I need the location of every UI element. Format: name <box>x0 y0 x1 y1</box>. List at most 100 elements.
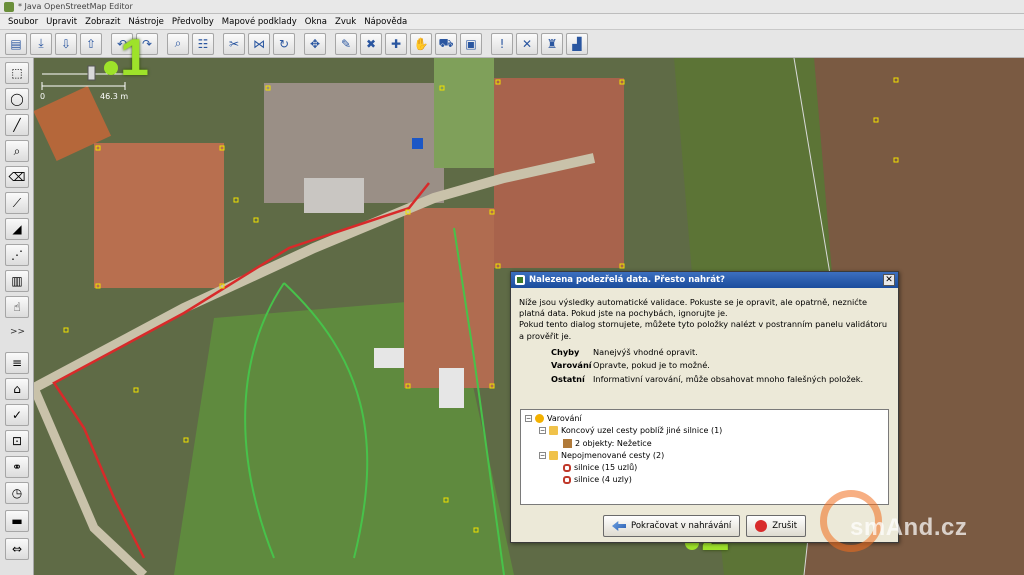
tree-node-label: 2 objekty: Nežetice <box>575 438 652 448</box>
dialog-buttons: Pokračovat v nahrávání Zrušit <box>603 515 807 537</box>
legend-row: Chyby Nanejvýš vhodné opravit. <box>551 346 890 360</box>
close-icon[interactable]: ✕ <box>883 274 895 286</box>
tags-icon[interactable]: ⌂ <box>5 378 29 400</box>
building-icon[interactable]: ♜ <box>541 32 563 55</box>
tree-node[interactable]: − Varování <box>523 413 886 425</box>
menu-napoveda[interactable]: Nápověda <box>360 17 411 27</box>
bus-icon[interactable]: ▣ <box>460 32 482 55</box>
relations-icon[interactable]: ⚭ <box>5 456 29 478</box>
layers-icon[interactable]: ≡ <box>5 352 29 374</box>
way-icon <box>563 463 571 472</box>
filter-icon[interactable]: ⇔ <box>5 538 29 560</box>
refresh-icon[interactable]: ↻ <box>273 32 295 55</box>
menu-upravit[interactable]: Upravit <box>42 17 81 27</box>
marker-dot-icon <box>104 61 118 75</box>
left-tool-sidebar: ⬚ ◯ ╱ ⌕ ⌫ ⟋ ◢ ⋰ ▥ ☝ >> ≡ ⌂ ✓ ⊡ ⚭ ◷ ▬ ⇔ <box>0 58 34 575</box>
cancel-icon <box>755 520 768 532</box>
select-all-icon[interactable]: ✥ <box>304 32 326 55</box>
warning-icon[interactable]: ! <box>491 32 513 55</box>
dialog-intro-text: Níže jsou výsledky automatické validace.… <box>519 297 868 319</box>
step-marker-1: 1 <box>104 28 149 88</box>
hand-icon[interactable]: ✋ <box>410 32 432 55</box>
download-icon[interactable]: ⤓ <box>30 32 52 55</box>
tree-node[interactable]: 2 objekty: Nežetice <box>523 438 886 450</box>
marker-one-label: 1 <box>120 29 149 87</box>
window-title: * Java OpenStreetMap Editor <box>18 2 133 11</box>
menu-bar: Soubor Upravit Zobrazit Nástroje Předvol… <box>0 14 1024 30</box>
window-titlebar: * Java OpenStreetMap Editor <box>0 0 1024 14</box>
way-icon <box>563 475 571 484</box>
tree-node[interactable]: − Koncový uzel cesty poblíž jiné silnice … <box>523 425 886 437</box>
josm-app-icon <box>4 1 14 12</box>
delete-icon[interactable]: ⌫ <box>5 166 29 188</box>
menu-mapove-podklady[interactable]: Mapové podklady <box>218 17 301 27</box>
menu-zobrazit[interactable]: Zobrazit <box>81 17 124 27</box>
dialog-body: Níže jsou výsledky automatické validace.… <box>511 288 898 386</box>
upload-icon[interactable]: ⇧ <box>80 32 102 55</box>
menu-zvuk[interactable]: Zvuk <box>331 17 360 27</box>
menu-okna[interactable]: Okna <box>301 17 331 27</box>
menu-nastroje[interactable]: Nástroje <box>124 17 167 27</box>
legend-key: Varování <box>551 360 592 371</box>
draw-line-icon[interactable]: ╱ <box>5 114 29 136</box>
preferences-icon[interactable]: ☷ <box>192 32 214 55</box>
validator-icon[interactable]: ✓ <box>5 404 29 426</box>
split-way-icon[interactable]: ✂ <box>223 32 245 55</box>
selection-icon[interactable]: ⊡ <box>5 430 29 452</box>
draw-icon[interactable]: ✎ <box>335 32 357 55</box>
menu-predvolby[interactable]: Předvolby <box>168 17 218 27</box>
continue-upload-button[interactable]: Pokračovat v nahrávání <box>603 515 741 537</box>
history-icon[interactable]: ◷ <box>5 482 29 504</box>
map-paint-icon[interactable]: ▬ <box>5 510 29 532</box>
collapse-icon[interactable]: − <box>539 451 546 459</box>
download-more-icon[interactable]: ⇩ <box>55 32 77 55</box>
main-toolbar: ▤ ⤓ ⇩ ⇧ ↶ ↷ ⌕ ☷ ✂ ⋈ ↻ ✥ ✎ ✖ ✚ ✋ ⛟ ▣ ! ✕ … <box>0 30 1024 58</box>
select-icon[interactable]: ⬚ <box>5 62 29 84</box>
tree-node[interactable]: silnice (15 uzlů) <box>523 462 886 474</box>
tree-node-label: silnice (15 uzlů) <box>574 463 638 473</box>
car-icon[interactable]: ⛟ <box>435 32 457 55</box>
more-tools-button[interactable]: >> <box>10 327 25 337</box>
parallel-icon[interactable]: ◢ <box>5 218 29 240</box>
severity-legend: Chyby Nanejvýš vhodné opravit. Varování … <box>551 346 890 387</box>
tree-node[interactable]: silnice (4 uzly) <box>523 474 886 486</box>
tree-node-label: silnice (4 uzly) <box>574 475 632 485</box>
tree-node[interactable]: − Nepojmenované cesty (2) <box>523 450 886 462</box>
hand-tool-icon[interactable]: ☝ <box>5 296 29 318</box>
delete-icon[interactable]: ✖ <box>360 32 382 55</box>
dialog-title: Nalezena podezřelá data. Přesto nahrát? <box>529 275 725 285</box>
zoom-icon[interactable]: ⌕ <box>5 140 29 162</box>
scale-distance-label: 46.3 m <box>100 92 129 101</box>
zoom-data-icon[interactable]: ⌕ <box>167 32 189 55</box>
collapse-icon[interactable]: − <box>539 427 546 435</box>
legend-text: Nanejvýš vhodné opravit. <box>593 346 698 357</box>
marker-icon[interactable]: ✚ <box>385 32 407 55</box>
tree-node-label: Varování <box>547 414 582 423</box>
dialog-cancel-text: Pokud tento dialog stornujete, můžete ty… <box>519 319 888 341</box>
combine-icon[interactable]: ⋈ <box>248 32 270 55</box>
lasso-icon[interactable]: ◯ <box>5 88 29 110</box>
cancel-label: Zrušit <box>772 521 798 531</box>
tree-node-label: Koncový uzel cesty poblíž jiné silnice (… <box>561 426 723 436</box>
cross-icon[interactable]: ✕ <box>516 32 538 55</box>
watermark-text: smAnd.cz <box>850 514 968 541</box>
upload-arrow-icon <box>612 521 626 531</box>
scale-zero-label: 0 <box>40 92 46 101</box>
menu-soubor[interactable]: Soubor <box>4 17 42 27</box>
legend-text: Informativní varování, může obsahovat mn… <box>593 373 864 384</box>
legend-text: Opravte, pokud je to možné. <box>593 360 710 371</box>
osmand-watermark: smAnd.cz <box>820 490 1020 560</box>
legend-key: Chyby <box>551 346 580 357</box>
josm-dialog-icon <box>515 275 525 285</box>
legend-row: Ostatní Informativní varování, může obsa… <box>551 373 890 387</box>
dialog-titlebar: Nalezena podezřelá data. Přesto nahrát? <box>511 272 898 288</box>
tree-node-label: Nepojmenované cesty (2) <box>561 450 665 460</box>
factory-icon[interactable]: ▟ <box>566 32 588 55</box>
objects-icon <box>563 438 572 448</box>
align-icon[interactable]: ⋰ <box>5 244 29 266</box>
collapse-icon[interactable]: − <box>525 415 532 422</box>
improve-way-icon[interactable]: ⟋ <box>5 192 29 214</box>
cancel-button[interactable]: Zrušit <box>746 515 807 537</box>
building-tool-icon[interactable]: ▥ <box>5 270 29 292</box>
open-icon[interactable]: ▤ <box>5 32 27 55</box>
